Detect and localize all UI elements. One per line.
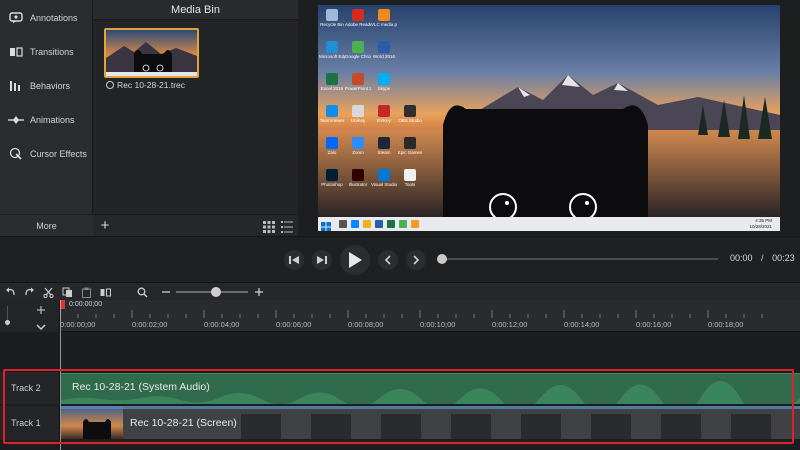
ruler-tick-label: 0:00:14;00 bbox=[564, 320, 600, 329]
time-readout: 00:00 / 00:23 bbox=[730, 253, 795, 263]
ruler-tick-label: 0:00:16;00 bbox=[636, 320, 672, 329]
cursor-effects-icon bbox=[8, 146, 24, 162]
recorded-desktop-frame[interactable]: Recycle Bin Adobe Reader VLC media playe… bbox=[318, 5, 780, 231]
windows-taskbar: 4:35 PM 10/28/2021 bbox=[318, 217, 780, 231]
desktop-icon: Adobe Reader bbox=[345, 9, 371, 31]
taskbar-camtasia-icon bbox=[411, 220, 419, 228]
desktop-icon: Microsoft Edge bbox=[319, 41, 345, 63]
media-bin-footer: + bbox=[93, 214, 298, 236]
clip-radio-icon bbox=[106, 81, 114, 89]
next-frame-button[interactable] bbox=[406, 250, 426, 270]
ruler-tick-label: 0:00:02;00 bbox=[132, 320, 168, 329]
desktop-icon: Illustrator bbox=[345, 169, 371, 191]
tool-annotations[interactable]: Annotations bbox=[0, 4, 93, 32]
taskbar-word-icon bbox=[375, 220, 383, 228]
desktop-icon: Word 2016 bbox=[371, 41, 397, 63]
taskbar-explorer-icon bbox=[363, 220, 371, 228]
track-height-slider[interactable] bbox=[5, 306, 19, 326]
media-bin-title: Media Bin bbox=[93, 0, 298, 20]
track-controls-header bbox=[0, 300, 60, 332]
media-clip-thumbnail[interactable] bbox=[104, 28, 199, 78]
paste-icon[interactable] bbox=[79, 285, 93, 299]
zoom-slider-handle[interactable] bbox=[210, 287, 221, 297]
desktop-icon: Epic Games bbox=[397, 137, 423, 159]
tool-cursor-effects[interactable]: Cursor Effects bbox=[0, 140, 93, 168]
taskbar-search-icon bbox=[339, 220, 347, 228]
desktop-icon: PowerPoint 2016 bbox=[345, 73, 371, 95]
zoom-magnifier-icon[interactable] bbox=[135, 285, 149, 299]
camtasia-editor: Annotations Transitions Behaviors Animat… bbox=[0, 0, 800, 450]
behaviors-icon bbox=[8, 78, 24, 94]
taskbar-clock: 4:35 PM 10/28/2021 bbox=[749, 218, 772, 229]
desktop-icon: OBS Studio bbox=[397, 105, 423, 127]
tool-transitions[interactable]: Transitions bbox=[0, 38, 93, 66]
desktop-icon: UniKey bbox=[345, 105, 371, 127]
playhead-time: 0:00:00;00 bbox=[69, 301, 103, 308]
ruler-tick-label: 0:00:00;00 bbox=[60, 320, 96, 329]
ruler-tick-label: 0:00:18;00 bbox=[708, 320, 744, 329]
timeline-toolbar bbox=[0, 282, 800, 300]
desktop-icon: Zalo bbox=[319, 137, 345, 159]
tool-behaviors[interactable]: Behaviors bbox=[0, 72, 93, 100]
ruler-tick-label: 0:00:04;00 bbox=[204, 320, 240, 329]
undo-icon[interactable] bbox=[3, 285, 17, 299]
list-view-icon[interactable] bbox=[281, 220, 293, 233]
step-forward-button[interactable] bbox=[312, 250, 332, 270]
playback-controls: 00:00 / 00:23 bbox=[0, 236, 800, 282]
grid-view-icon[interactable] bbox=[263, 220, 275, 233]
taskbar-edge-icon bbox=[351, 220, 359, 228]
previous-frame-button[interactable] bbox=[378, 250, 398, 270]
desktop-icon: Tools bbox=[397, 169, 423, 191]
taskbar-chrome-icon bbox=[399, 220, 407, 228]
windows-start-icon bbox=[321, 219, 331, 231]
ruler-tick-label: 0:00:08;00 bbox=[348, 320, 384, 329]
cut-icon[interactable] bbox=[41, 285, 55, 299]
desktop-icon: VLC media player bbox=[371, 9, 397, 31]
ruler-tick-label: 0:00:10;00 bbox=[420, 320, 456, 329]
copy-icon[interactable] bbox=[60, 285, 74, 299]
desktop-icon: Visual Studio bbox=[371, 169, 397, 191]
media-clip-label[interactable]: Rec 10-28-21.trec bbox=[106, 80, 185, 90]
desktop-icon: Recycle Bin bbox=[319, 9, 345, 31]
tools-panel: Annotations Transitions Behaviors Animat… bbox=[0, 0, 93, 236]
desktop-icon: Steam bbox=[371, 137, 397, 159]
add-track-icon[interactable] bbox=[36, 302, 48, 314]
tool-animations[interactable]: Animations bbox=[0, 106, 93, 134]
desktop-icon: Excel 2016 bbox=[319, 73, 345, 95]
taskbar-excel-icon bbox=[387, 220, 395, 228]
desktop-icon: TeamViewer bbox=[319, 105, 345, 127]
desktop-icon: Skype bbox=[371, 73, 397, 95]
canvas-preview: Recycle Bin Adobe Reader VLC media playe… bbox=[298, 0, 800, 236]
screen-clip-title: Rec 10-28-21 (Screen) bbox=[130, 417, 237, 429]
annotations-icon bbox=[8, 10, 24, 26]
zoom-out-icon[interactable] bbox=[159, 285, 173, 299]
scrub-bar[interactable] bbox=[442, 258, 718, 260]
timeline-ruler[interactable]: 0:00:00;00 0:00:00;00 0:00:02;00 0:00:04;0… bbox=[60, 300, 800, 332]
ruler-tick-label: 0:00:06;00 bbox=[276, 320, 312, 329]
desktop-icon: Google Chrome bbox=[345, 41, 371, 63]
animations-icon bbox=[8, 112, 24, 128]
collapse-chevron-icon[interactable] bbox=[36, 318, 48, 331]
ruler-tick-label: 0:00:12;00 bbox=[492, 320, 528, 329]
desktop-icon: Zoom bbox=[345, 137, 371, 159]
play-button[interactable] bbox=[340, 245, 370, 275]
scrub-handle[interactable] bbox=[437, 254, 447, 264]
step-back-button[interactable] bbox=[284, 250, 304, 270]
desktop-icon: Photoshop bbox=[319, 169, 345, 191]
split-icon[interactable] bbox=[98, 285, 112, 299]
tracks-highlight-box bbox=[3, 369, 794, 444]
zoom-in-icon[interactable] bbox=[252, 285, 266, 299]
add-media-button[interactable]: + bbox=[97, 218, 113, 234]
more-button[interactable]: More bbox=[0, 214, 93, 236]
transitions-icon bbox=[8, 44, 24, 60]
redo-icon[interactable] bbox=[22, 285, 36, 299]
media-bin-panel: Media Bin Rec 10-28-21.trec + bbox=[93, 0, 298, 236]
desktop-icon: EVKey bbox=[371, 105, 397, 127]
